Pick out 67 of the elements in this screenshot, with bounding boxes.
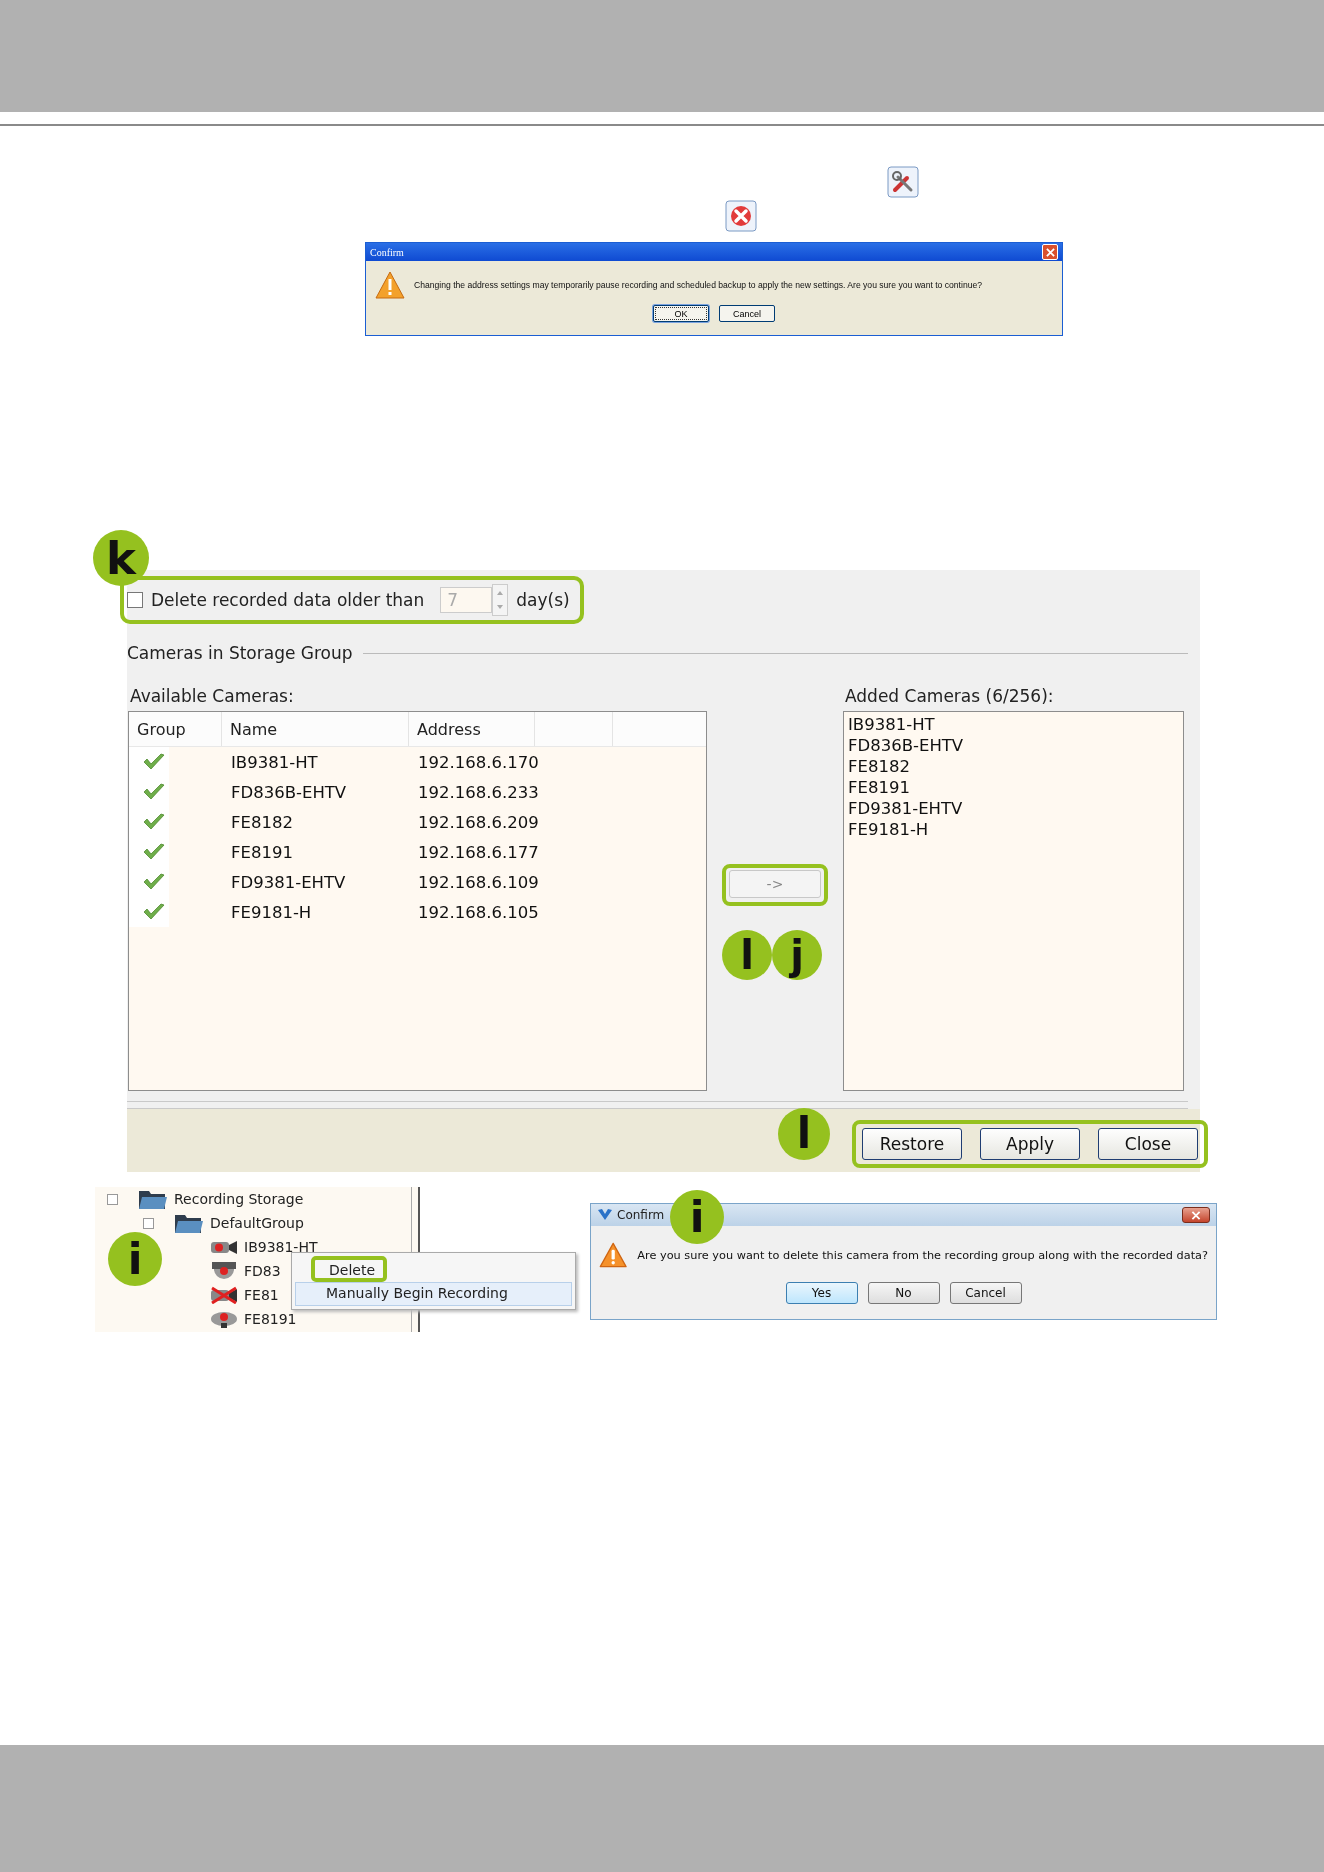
dialog-button[interactable]: Apply [980,1127,1080,1160]
callout-badge: i [670,1190,724,1244]
list-label: Added Cameras (6/256): [845,685,1055,708]
tree-item[interactable]: IB9381-HT [244,1239,318,1255]
column-header[interactable]: Address [409,712,535,746]
table-cell-text: FE9181-H [230,902,313,922]
dialog-button[interactable]: Cancel [949,1282,1022,1304]
collapse-icon[interactable] [143,1217,154,1229]
dialog-button[interactable]: Close [1098,1127,1198,1160]
tree-item[interactable]: Recording Storage [174,1191,304,1207]
checkbox-label: Delete recorded data older than [151,590,425,610]
camera-icon [210,1239,238,1255]
checkmark-icon [143,843,165,861]
table-cell-text: 192.168.6.170 [417,752,540,772]
tree-item[interactable]: DefaultGroup [210,1215,304,1231]
unit-label: day(s) [516,590,570,610]
dialog-message: Changing the address settings may temporarily pause recording and scheduled backup to apply the new settings. Are you sure you want to continue? [414,280,982,290]
offline-camera-icon [210,1286,238,1304]
folder-icon [174,1212,204,1234]
list-item[interactable]: FD836B-EHTV [848,735,1179,756]
checkmark-icon [143,813,165,831]
tools-icon[interactable] [886,166,920,198]
checkbox[interactable] [127,592,143,608]
table-cell-text: 192.168.6.105 [417,902,540,922]
table-cell-text: FD836B-EHTV [230,782,348,802]
checkmark-icon [143,753,165,771]
list-label: Available Cameras: [130,685,295,708]
close-icon[interactable] [1182,1207,1210,1223]
list-item[interactable]: FD9381-EHTV [848,798,1179,819]
column-header[interactable]: Name [222,712,409,746]
close-icon[interactable] [724,200,758,232]
table-cell-text: 192.168.6.233 [417,782,540,802]
dialog-button[interactable]: Cancel [719,305,775,322]
list-item[interactable]: FE8191 [848,777,1179,798]
table-cell-text: FD9381-EHTV [230,872,347,892]
table-cell-text: 192.168.6.109 [417,872,540,892]
table-cell-text: FE8191 [230,842,294,862]
tree-item[interactable]: FD83 [244,1263,281,1279]
table-cell-text: 192.168.6.177 [417,842,540,862]
dialog-button[interactable]: No [867,1282,940,1304]
list-item[interactable]: FE8182 [848,756,1179,777]
dialog-button[interactable]: Yes [785,1282,858,1304]
checkmark-icon [143,873,165,891]
tree-item[interactable]: FE8191 [244,1311,297,1327]
collapse-icon[interactable] [107,1193,118,1205]
dialog-message: Are you sure you want to delete this camera from the recording group along with the recorded data? [637,1248,1208,1262]
table-cell-text: 192.168.6.209 [417,812,540,832]
dialog-button[interactable]: Restore [862,1127,962,1160]
column-header[interactable]: Group [129,712,222,746]
checkmark-icon [143,783,165,801]
group-title: Cameras in Storage Group [127,643,353,663]
checkmark-icon [143,903,165,921]
camera-icon [210,1261,238,1281]
list-item[interactable]: FE9181-H [848,819,1179,840]
window-title: Confirm [370,246,405,258]
camera-icon [210,1309,238,1329]
dialog-button[interactable]: OK [653,305,709,322]
list-item[interactable]: IB9381-HT [848,714,1179,735]
window-title: Confirm [617,1208,666,1222]
menu-item[interactable]: Manually Begin Recording [295,1282,572,1306]
table-cell-text: IB9381-HT [230,752,319,772]
table-cell-text: FE8182 [230,812,294,832]
folder-icon [138,1188,168,1210]
callout-badge: k [93,530,149,586]
tree-item[interactable]: FE81 [244,1287,279,1303]
app-logo-icon [597,1208,613,1222]
warning-icon [374,271,406,299]
